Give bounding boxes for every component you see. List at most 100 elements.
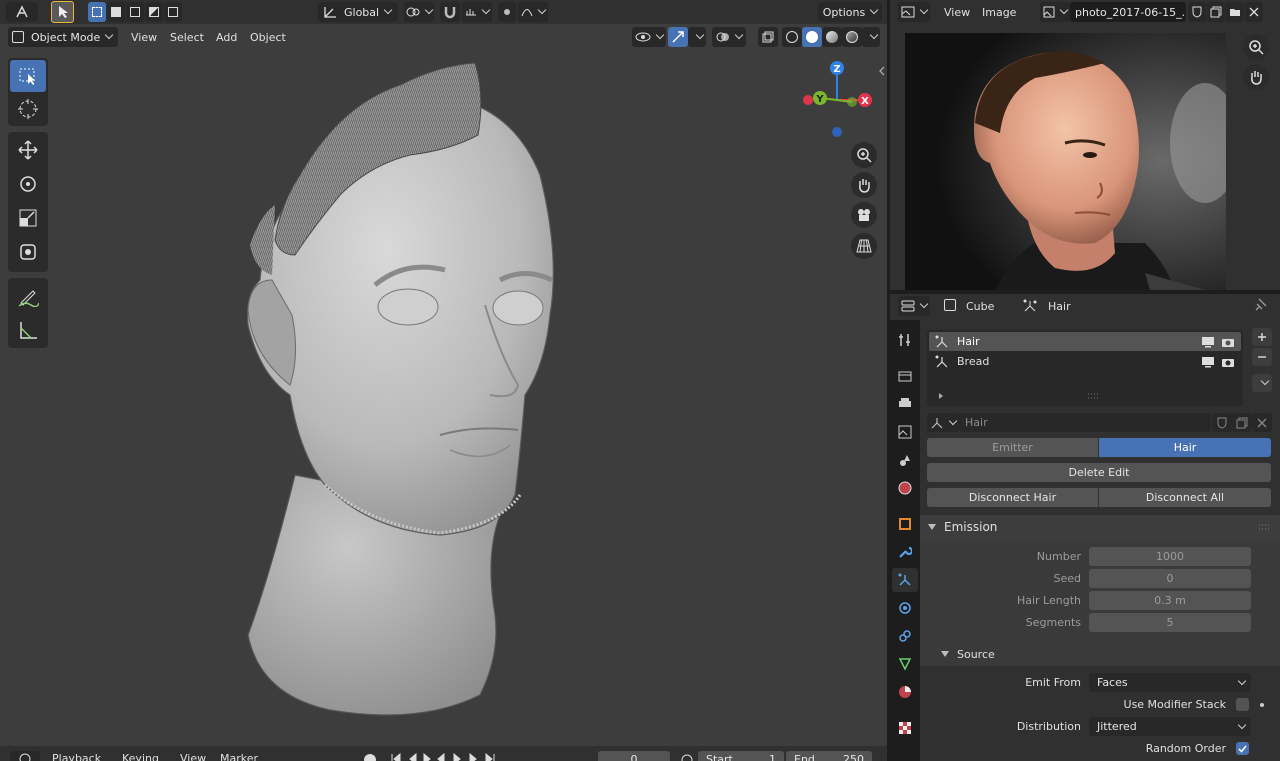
options-dropdown[interactable]: Options [818,2,882,22]
browse-image-dropdown[interactable] [1040,2,1070,22]
fake-user-button[interactable] [1188,2,1206,22]
tool-measure[interactable] [10,314,46,346]
shading-rendered[interactable] [842,27,862,47]
list-item-hair[interactable]: Hair [929,332,1241,351]
emit-from-dropdown[interactable]: Faces [1089,673,1251,692]
tab-texture[interactable] [892,716,918,740]
resize-grip-icon[interactable] [1087,392,1101,400]
settings-unlink-button[interactable] [1252,413,1272,432]
tool-select-box[interactable] [10,60,46,92]
camera-icon[interactable] [1221,356,1235,368]
delete-edit-button[interactable]: Delete Edit [927,463,1271,482]
settings-duplicate-button[interactable] [1232,413,1252,432]
select-mode-subtract-button[interactable] [126,2,144,22]
menu-object[interactable]: Object [246,27,290,47]
timeline-editor-type-button[interactable] [10,751,40,761]
tool-scale[interactable] [10,202,46,234]
image-zoom-button[interactable] [1243,34,1269,60]
transform-orientation-dropdown[interactable]: Global [318,2,398,22]
shading-dropdown[interactable] [862,27,880,47]
visibility-dropdown[interactable] [632,27,666,47]
disconnect-hair-button[interactable]: Disconnect Hair [927,488,1098,507]
timeline-menu-playback[interactable]: Playback [48,751,105,761]
editor-type-button[interactable] [6,2,38,22]
select-mode-extend-button[interactable] [107,2,125,22]
menu-view[interactable]: View [127,27,161,47]
image-name-field[interactable]: photo_2017-06-15_... [1070,2,1186,22]
tab-output[interactable] [892,392,918,416]
seed-field[interactable]: 0 [1089,569,1251,588]
list-item-bread[interactable]: Bread [929,352,1241,371]
proportional-falloff-dropdown[interactable] [518,2,548,22]
snap-toggle[interactable] [440,2,460,22]
animate-property-dot-icon[interactable] [1260,703,1264,707]
menu-add[interactable]: Add [212,27,241,47]
end-frame-field[interactable]: End 250 [786,751,872,761]
use-modifier-stack-checkbox[interactable] [1236,698,1249,711]
add-particle-system-button[interactable] [1252,328,1272,346]
timeline-menu-marker[interactable]: Marker [216,751,262,761]
start-frame-field[interactable]: Start 1 [698,751,784,761]
tool-transform[interactable] [10,236,46,268]
tab-physics[interactable] [892,596,918,620]
type-emitter-option[interactable]: Emitter [927,438,1098,457]
pivot-point-dropdown[interactable] [404,2,434,22]
image-editor-type-button[interactable] [898,2,930,22]
properties-type-button[interactable] [898,296,930,316]
expand-triangle-icon[interactable] [937,392,945,400]
particle-specials-dropdown[interactable] [1252,374,1272,392]
shading-wireframe[interactable] [782,27,802,47]
snap-target-dropdown[interactable] [462,2,492,22]
image-menu-view[interactable]: View [940,2,974,22]
pin-icon[interactable] [1254,298,1268,312]
image-menu-image[interactable]: Image [978,2,1020,22]
reference-photo[interactable] [905,33,1226,290]
timeline-menu-keying[interactable]: Keying [118,751,163,761]
zoom-view-button[interactable] [851,142,877,168]
source-panel-header[interactable]: Source [941,642,995,666]
hair-length-field[interactable]: 0.3 m [1089,591,1251,610]
head-model-render[interactable] [200,55,620,725]
tool-move[interactable] [10,134,46,166]
select-tool-button[interactable] [51,1,74,23]
tab-material[interactable] [892,680,918,704]
preview-range-toggle[interactable] [680,752,694,761]
tab-particles[interactable] [892,568,918,592]
settings-fake-user-button[interactable] [1212,413,1232,432]
pan-view-button[interactable] [851,172,877,198]
tab-modifiers[interactable] [892,540,918,564]
xray-toggle[interactable] [758,27,778,47]
monitor-icon[interactable] [1201,336,1215,348]
camera-view-button[interactable] [851,202,877,228]
new-image-button[interactable] [1207,2,1225,22]
settings-name-field[interactable]: Hair [959,413,1211,432]
tab-tool[interactable] [892,328,918,352]
tool-annotate[interactable] [10,280,46,312]
settings-browse-dropdown[interactable] [927,413,959,432]
perspective-toggle-button[interactable] [851,233,877,259]
select-mode-new-button[interactable] [88,2,106,22]
shading-solid[interactable] [802,27,822,47]
remove-particle-system-button[interactable] [1252,348,1272,366]
3d-viewport[interactable]: Global Options Object Mode View Select A… [0,0,887,746]
timeline-menu-view[interactable]: View [176,751,210,761]
tab-constraints[interactable] [892,624,918,648]
tab-object[interactable] [892,512,918,536]
select-mode-invert-button[interactable] [145,2,163,22]
type-hair-option[interactable]: Hair [1099,438,1271,457]
proportional-editing-toggle[interactable] [498,2,516,22]
tool-cursor[interactable] [10,93,46,125]
tool-rotate[interactable] [10,168,46,200]
record-keyframe-icon[interactable] [364,754,376,761]
monitor-icon[interactable] [1201,356,1215,368]
overlays-dropdown[interactable] [712,27,746,47]
number-field[interactable]: 1000 [1089,547,1251,566]
open-image-button[interactable] [1226,2,1244,22]
emission-panel-header[interactable]: Emission [928,515,997,539]
tab-render[interactable] [892,364,918,388]
random-order-checkbox[interactable] [1236,742,1249,755]
shading-material[interactable] [822,27,842,47]
navigation-gizmo[interactable]: Z Y X [800,58,880,140]
menu-select[interactable]: Select [166,27,208,47]
tab-view-layer[interactable] [892,420,918,444]
